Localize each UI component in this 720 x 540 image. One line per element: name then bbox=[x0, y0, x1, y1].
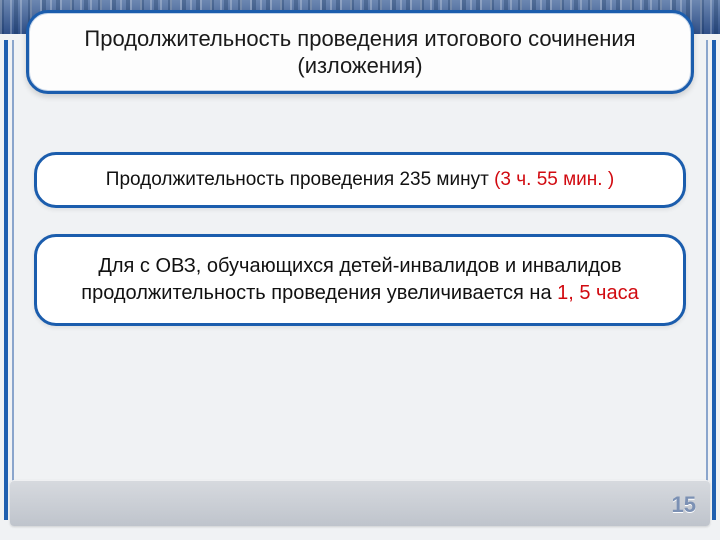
ovz-line2-prefix: продолжительность проведения увеличивает… bbox=[81, 282, 557, 304]
ovz-line1: Для с ОВЗ, обучающихся детей-инвалидов и… bbox=[98, 253, 621, 280]
decorative-bottom-band bbox=[10, 480, 710, 526]
duration-box: Продолжительность проведения 235 минут (… bbox=[34, 152, 686, 208]
ovz-box: Для с ОВЗ, обучающихся детей-инвалидов и… bbox=[34, 234, 686, 326]
title-box: Продолжительность проведения итогового с… bbox=[26, 10, 694, 94]
duration-prefix: Продолжительность проведения 235 минут bbox=[106, 169, 494, 190]
decorative-right-rule bbox=[700, 40, 716, 520]
ovz-line2: продолжительность проведения увеличивает… bbox=[81, 280, 638, 307]
page-number: 15 bbox=[672, 492, 696, 518]
decorative-left-rule bbox=[4, 40, 20, 520]
ovz-line2-highlight: 1, 5 часа bbox=[557, 282, 639, 304]
slide-title: Продолжительность проведения итогового с… bbox=[53, 25, 667, 80]
slide: Продолжительность проведения итогового с… bbox=[0, 0, 720, 540]
duration-highlight: (3 ч. 55 мин. ) bbox=[494, 169, 614, 190]
duration-text: Продолжительность проведения 235 минут (… bbox=[106, 169, 614, 191]
